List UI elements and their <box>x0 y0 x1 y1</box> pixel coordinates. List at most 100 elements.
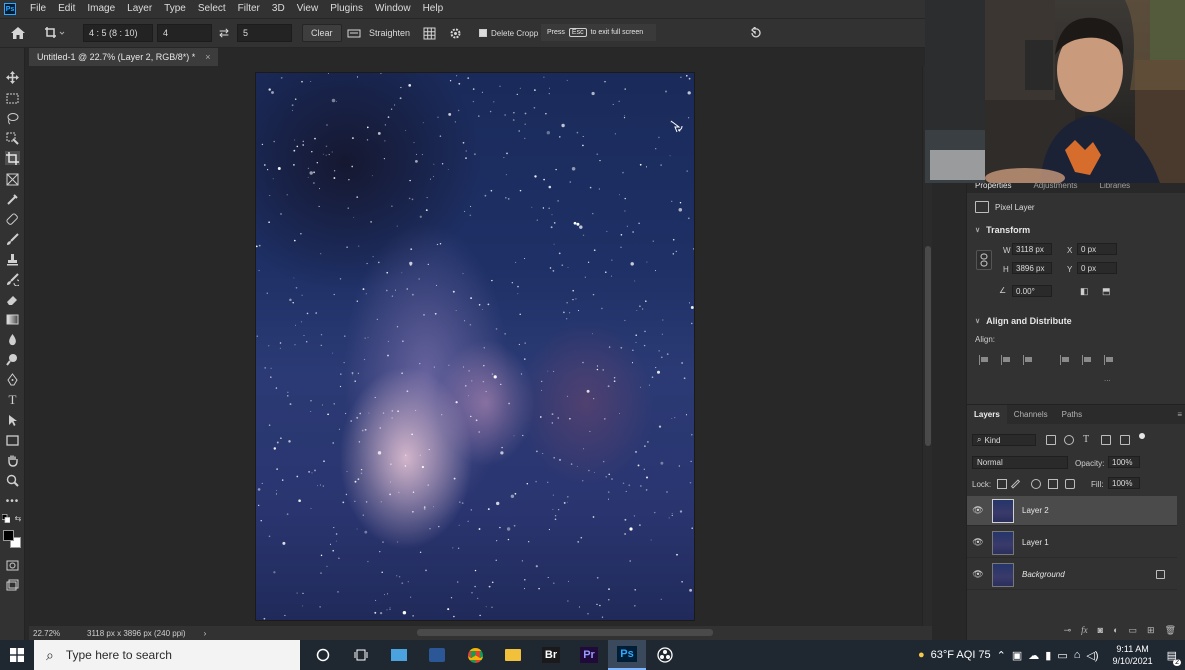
menu-item[interactable]: Help <box>417 0 450 18</box>
canvas-area[interactable] <box>29 66 922 626</box>
file-explorer-icon[interactable] <box>494 640 532 670</box>
menu-item[interactable]: Layer <box>121 0 158 18</box>
menu-item[interactable]: Filter <box>232 0 266 18</box>
menu-item[interactable]: Edit <box>52 0 81 18</box>
flip-vertical-icon[interactable]: ⬒ <box>1102 286 1111 297</box>
foreground-color-swatch[interactable] <box>3 530 14 541</box>
tab-paths[interactable]: Paths <box>1055 405 1089 425</box>
lasso-tool-icon[interactable] <box>5 111 20 125</box>
straighten-label[interactable]: Straighten <box>369 24 410 42</box>
taskbar-search-box[interactable]: ⌕ Type here to search <box>34 640 300 670</box>
align-section-header[interactable]: ∨ Align and Distribute <box>975 316 1072 326</box>
align-top-edges-icon[interactable] <box>1060 355 1071 365</box>
fill-field[interactable]: 100% <box>1108 477 1140 489</box>
new-layer-icon[interactable]: ⊞ <box>1147 625 1155 636</box>
layer-row[interactable]: 👁︎ Layer 1 <box>967 528 1177 558</box>
lock-position-icon[interactable] <box>1031 479 1041 489</box>
clone-stamp-tool-icon[interactable] <box>5 252 20 266</box>
object-selection-tool-icon[interactable] <box>5 131 20 145</box>
marquee-tool-icon[interactable] <box>5 91 20 105</box>
adjustment-layer-icon[interactable]: ◐ <box>1113 625 1118 635</box>
menu-item[interactable]: Window <box>369 0 417 18</box>
align-horizontal-centers-icon[interactable] <box>1001 355 1012 365</box>
network-icon[interactable]: ⌂ <box>1074 649 1081 661</box>
photoshop-app-icon[interactable]: Ps <box>608 640 646 670</box>
delete-layer-icon[interactable]: 🗑 <box>1165 625 1176 636</box>
onedrive-icon[interactable]: ☁ <box>1028 649 1039 662</box>
hand-tool-icon[interactable] <box>5 453 20 467</box>
filter-smart-object-icon[interactable] <box>1120 435 1130 445</box>
filter-adjustment-icon[interactable] <box>1064 435 1074 445</box>
history-brush-tool-icon[interactable] <box>5 272 20 286</box>
layer-style-fx-icon[interactable]: fx <box>1081 625 1088 635</box>
overlay-grid-icon[interactable] <box>423 24 436 42</box>
height-field[interactable]: 3896 px <box>1012 262 1052 274</box>
tab-adjustments[interactable]: Adjustments <box>1033 183 1077 190</box>
crop-settings-gear-icon[interactable] <box>449 24 462 42</box>
more-options-icon[interactable]: ... <box>1104 374 1111 383</box>
word-app-icon[interactable] <box>418 640 456 670</box>
battery-icon[interactable]: ▭ <box>1057 649 1067 662</box>
mail-app-icon[interactable] <box>380 640 418 670</box>
type-tool-icon[interactable]: T <box>5 392 20 407</box>
weather-sun-icon[interactable]: ● <box>918 649 925 661</box>
angle-field[interactable]: 0.00° <box>1012 285 1052 297</box>
menu-item[interactable]: File <box>24 0 52 18</box>
tab-libraries[interactable]: Libraries <box>1100 183 1131 190</box>
home-icon[interactable] <box>10 24 26 42</box>
filter-pixel-icon[interactable] <box>1046 435 1056 445</box>
rectangle-tool-icon[interactable] <box>5 433 20 447</box>
brush-tool-icon[interactable] <box>5 232 20 246</box>
align-left-edges-icon[interactable] <box>979 355 990 365</box>
tab-layers[interactable]: Layers <box>967 404 1007 425</box>
x-field[interactable]: 0 px <box>1077 243 1117 255</box>
taskbar-clock[interactable]: 9:11 AM 9/10/2021 <box>1113 643 1153 667</box>
layer-filter-kind-select[interactable]: ⌕ Kind <box>972 434 1036 446</box>
layer-lock-icon[interactable] <box>1156 570 1165 579</box>
volume-icon[interactable]: ◁) <box>1086 649 1098 662</box>
premiere-app-icon[interactable]: Pr <box>570 640 608 670</box>
cortana-icon[interactable] <box>304 640 342 670</box>
zoom-level[interactable]: 22.72% <box>33 629 83 638</box>
blend-mode-select[interactable]: Normal <box>972 456 1068 469</box>
filter-shape-icon[interactable] <box>1101 435 1111 445</box>
add-mask-icon[interactable]: ◙ <box>1098 625 1103 635</box>
zoom-tool-icon[interactable] <box>5 473 20 487</box>
clear-button[interactable]: Clear <box>302 24 342 42</box>
straighten-icon[interactable] <box>347 24 361 42</box>
align-vertical-centers-icon[interactable] <box>1082 355 1093 365</box>
crop-width-input[interactable]: 4 <box>157 24 212 42</box>
frame-tool-icon[interactable] <box>5 172 20 186</box>
lock-image-pixels-icon[interactable] <box>1010 479 1021 489</box>
crop-tool-icon[interactable] <box>5 151 20 165</box>
layer-row[interactable]: 👁︎ Layer 2 <box>967 496 1177 526</box>
healing-brush-tool-icon[interactable] <box>5 212 20 226</box>
chrome-app-icon[interactable] <box>456 640 494 670</box>
align-right-edges-icon[interactable] <box>1023 355 1034 365</box>
visibility-eye-icon[interactable]: 👁︎ <box>967 505 989 516</box>
align-bottom-edges-icon[interactable] <box>1104 355 1115 365</box>
swap-dimensions-icon[interactable]: ⇄ <box>219 24 229 42</box>
crop-tool-preset-icon[interactable] <box>44 24 66 42</box>
chevron-up-icon[interactable]: ⌃ <box>997 649 1006 662</box>
blur-tool-icon[interactable] <box>5 332 20 346</box>
menu-item[interactable]: Plugins <box>324 0 369 18</box>
ratio-preset-select[interactable]: 4 : 5 (8 : 10) <box>83 24 153 42</box>
lock-artboard-icon[interactable] <box>1048 479 1058 489</box>
status-menu-arrow-icon[interactable]: › <box>204 629 207 638</box>
tray-app-icon[interactable]: ▣ <box>1012 649 1022 662</box>
menu-item[interactable]: Type <box>158 0 192 18</box>
reset-crop-icon[interactable] <box>749 24 763 42</box>
y-field[interactable]: 0 px <box>1077 262 1117 274</box>
task-view-icon[interactable] <box>342 640 380 670</box>
eyedropper-tool-icon[interactable] <box>5 192 20 206</box>
tab-channels[interactable]: Channels <box>1007 405 1055 425</box>
menu-item[interactable]: Select <box>192 0 232 18</box>
eraser-tool-icon[interactable] <box>5 292 20 306</box>
menu-item[interactable]: 3D <box>266 0 291 18</box>
default-colors-icon[interactable] <box>2 513 10 523</box>
layer-row[interactable]: 👁︎ Background <box>967 560 1177 590</box>
move-tool-icon[interactable] <box>5 70 20 84</box>
crop-height-input[interactable]: 5 <box>237 24 292 42</box>
vertical-scroll-thumb[interactable] <box>925 246 931 446</box>
